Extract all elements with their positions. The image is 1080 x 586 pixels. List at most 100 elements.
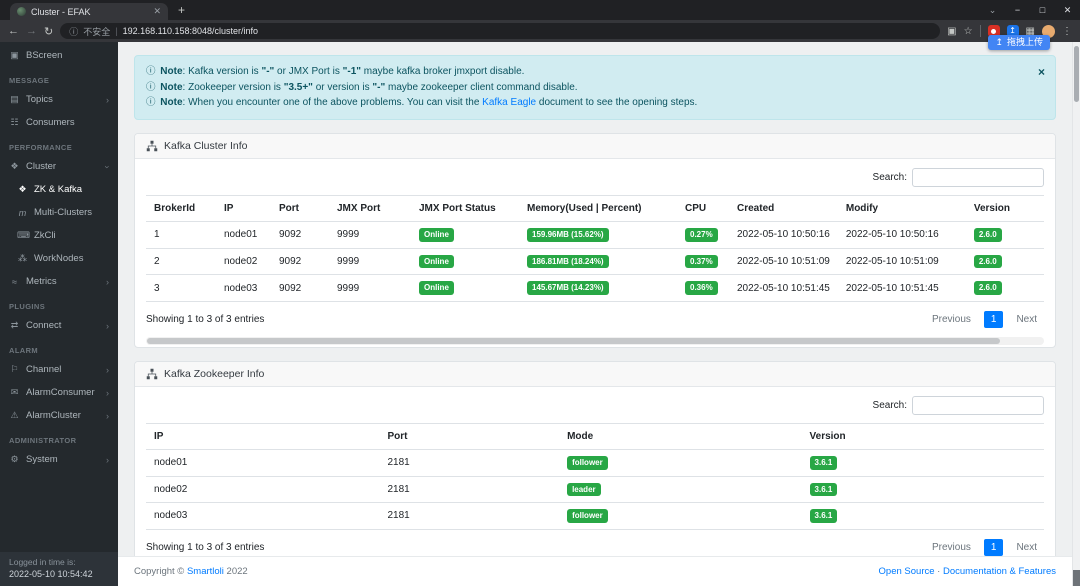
tab-search-icon[interactable]: ⌄ — [980, 5, 1005, 16]
column-header[interactable]: IP — [216, 195, 271, 223]
vertical-scrollbar[interactable] — [1072, 42, 1080, 586]
forward-icon[interactable]: → — [26, 25, 37, 37]
column-header[interactable]: Port — [271, 195, 329, 223]
cell-port: 9092 — [271, 247, 329, 275]
open-source-link[interactable]: Open Source — [879, 566, 935, 577]
column-header[interactable]: IP — [146, 422, 380, 450]
new-tab-button[interactable]: + — [178, 3, 185, 17]
sitemap-icon — [146, 368, 158, 380]
channel-icon: ⚐ — [10, 364, 19, 374]
address-separator: | — [115, 26, 118, 36]
column-header[interactable]: Version — [965, 195, 1044, 223]
sidebar-item-zk-kafka[interactable]: ❖ ZK & Kafka — [0, 178, 118, 201]
column-header[interactable]: JMX Port — [329, 195, 411, 223]
reload-icon[interactable]: ↻ — [44, 25, 53, 38]
extension-tooltip-label: 拖拽上传 — [1006, 37, 1043, 47]
cell-memory: 145.67MB (14.23%) — [519, 274, 677, 302]
table-row: node03 2181 follower 3.6.1 — [146, 502, 1044, 530]
maximize-button[interactable]: □ — [1030, 5, 1055, 15]
sidebar-item-cluster[interactable]: ❖ Cluster › — [0, 155, 118, 178]
kafka-eagle-link[interactable]: Kafka Eagle — [482, 97, 536, 108]
cell-version: 3.6.1 — [801, 448, 1044, 477]
sidebar-item-alarmconsumer[interactable]: ✉ AlarmConsumer › — [0, 381, 118, 404]
sidebar-item-alarmcluster[interactable]: ⚠ AlarmCluster › — [0, 404, 118, 427]
sidebar-item-label: Consumers — [26, 117, 75, 128]
close-button[interactable]: ✕ — [1055, 5, 1080, 16]
envelope-icon: ✉ — [10, 387, 19, 397]
cell-version: 2.6.0 — [965, 247, 1044, 275]
browser-tab-bar: Cluster - EFAK ✕ + ⌄ − □ ✕ — [0, 0, 1080, 20]
table-row: node02 2181 leader 3.6.1 — [146, 475, 1044, 503]
scrollbar-bottom[interactable] — [1073, 570, 1080, 586]
side-panel-icon[interactable]: ▣ — [947, 26, 956, 37]
sidebar-item-bscreen[interactable]: ▣ BScreen — [0, 44, 118, 67]
scrollbar-thumb[interactable] — [147, 337, 1001, 344]
sidebar-item-system[interactable]: ⚙ System › — [0, 448, 118, 471]
search-input[interactable] — [912, 168, 1044, 188]
cell-port: 2181 — [379, 475, 560, 503]
status-badge: Online — [419, 228, 454, 242]
connect-icon: ⇄ — [10, 320, 19, 330]
scrollbar-thumb[interactable] — [1074, 46, 1079, 102]
cell-mode: follower — [559, 448, 802, 477]
column-header[interactable]: Port — [379, 422, 560, 450]
minimize-button[interactable]: − — [1005, 5, 1030, 15]
sidebar-item-consumers[interactable]: ☷ Consumers — [0, 111, 118, 134]
sidebar-item-channel[interactable]: ⚐ Channel › — [0, 358, 118, 381]
pagination-page-1[interactable]: 1 — [983, 538, 1004, 556]
tab-close-icon[interactable]: ✕ — [153, 6, 161, 17]
sidebar-item-connect[interactable]: ⇄ Connect › — [0, 314, 118, 337]
menu-kebab-icon[interactable]: ⋮ — [1062, 26, 1072, 37]
sidebar-item-multi-clusters[interactable]: m Multi-Clusters — [0, 201, 118, 224]
column-header[interactable]: Created — [729, 195, 838, 223]
column-header[interactable]: JMX Port Status — [411, 195, 519, 223]
sidebar-item-topics[interactable]: ▤ Topics › — [0, 88, 118, 111]
smartloli-link[interactable]: Smartloli — [187, 566, 224, 577]
tab-favicon — [17, 7, 26, 16]
pagination-previous[interactable]: Previous — [925, 311, 978, 328]
column-header[interactable]: Modify — [837, 195, 966, 223]
note-label: Note — [160, 97, 183, 109]
column-header[interactable]: Memory(Used | Percent) — [519, 195, 677, 223]
column-header[interactable]: CPU — [677, 195, 729, 223]
alarm-bell-icon: ⚠ — [10, 410, 19, 420]
sidebar-item-zkcli[interactable]: ⌨ ZkCli — [0, 224, 118, 247]
sidebar-item-worknodes[interactable]: ⁂ WorkNodes — [0, 247, 118, 270]
bookmark-star-icon[interactable]: ☆ — [964, 26, 973, 37]
alert-note-line: ⓘ Note: Zookeeper version is "3.5+" or v… — [146, 81, 578, 93]
pagination-next[interactable]: Next — [1009, 539, 1044, 556]
back-icon[interactable]: ← — [8, 25, 19, 37]
bscreen-icon: ▣ — [10, 50, 19, 60]
cell-version: 2.6.0 — [965, 221, 1044, 249]
pagination-previous[interactable]: Previous — [925, 539, 978, 556]
extension-tooltip: ↥ 拖拽上传 — [988, 35, 1050, 50]
cell-port: 9092 — [271, 221, 329, 249]
chevron-right-icon: › — [106, 94, 109, 105]
column-header[interactable]: BrokerId — [146, 195, 216, 223]
memory-badge: 145.67MB (14.23%) — [527, 281, 609, 295]
cell-cpu: 0.37% — [677, 247, 729, 275]
address-bar[interactable]: ⓘ 不安全 | 192.168.110.158:8048/cluster/inf… — [60, 23, 941, 39]
multi-clusters-icon: m — [18, 207, 27, 218]
search-input[interactable] — [912, 395, 1044, 415]
sidebar-section-alarm: ALARM — [9, 346, 39, 355]
column-header[interactable]: Mode — [559, 422, 802, 450]
pagination-page-1[interactable]: 1 — [983, 310, 1004, 328]
alert-close-icon[interactable]: × — [1038, 63, 1045, 82]
docs-link[interactable]: Documentation & Features — [943, 566, 1056, 577]
pagination-next[interactable]: Next — [1009, 311, 1044, 328]
browser-tab[interactable]: Cluster - EFAK ✕ — [10, 3, 168, 20]
cell-version: 3.6.1 — [801, 475, 1044, 503]
sidebar-item-metrics[interactable]: ≈ Metrics › — [0, 270, 118, 293]
sidebar-item-label: Connect — [26, 320, 62, 331]
cell-mode: follower — [559, 502, 802, 530]
table-footer: Showing 1 to 3 of 3 entries Previous 1 N… — [146, 530, 1044, 556]
horizontal-scrollbar[interactable] — [146, 336, 1044, 345]
panel-header: Kafka Cluster Info — [135, 134, 1055, 160]
column-header[interactable]: Version — [801, 422, 1044, 450]
sidebar-item-label: ZkCli — [34, 230, 56, 241]
cell-memory: 186.81MB (18.24%) — [519, 247, 677, 275]
note-label: Note — [160, 66, 183, 77]
version-badge: 3.6.1 — [809, 509, 838, 523]
sidebar-item-label: Metrics — [26, 276, 57, 287]
